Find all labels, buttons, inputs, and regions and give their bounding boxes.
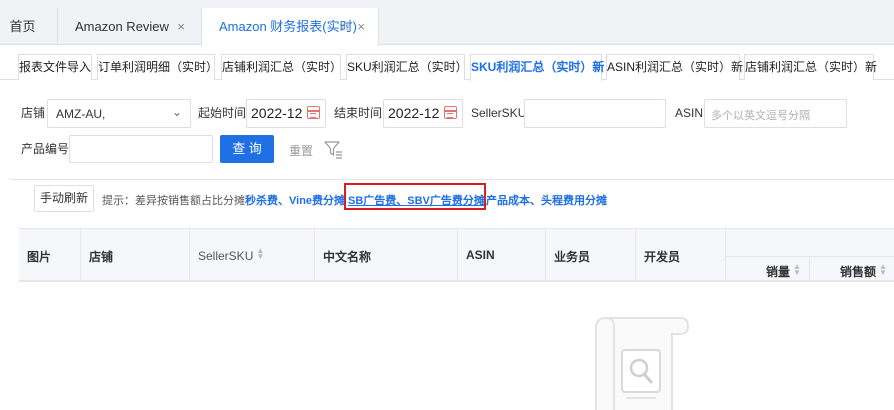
tab-amazon-review[interactable]: Amazon Review × (57, 8, 201, 45)
manual-refresh-button[interactable]: 手动刷新 (34, 185, 94, 212)
start-time-picker[interactable]: 2022-12 (246, 99, 326, 128)
filter-icon[interactable] (322, 138, 344, 160)
end-time-label: 结束时间 (334, 106, 383, 120)
chevron-down-icon: ⌄ (171, 105, 182, 119)
product-code-label: 产品编号 (21, 142, 70, 156)
sort-icon[interactable]: ▲ ▼ (793, 263, 801, 277)
section-divider (10, 179, 894, 180)
subtab-asin-profit-new[interactable]: ASIN利润汇总（实时）新 (606, 54, 743, 80)
end-time-value: 2022-12 (388, 105, 440, 121)
calendar-icon (444, 106, 457, 119)
hint-link-cost-freight[interactable]: 产品成本、头程费用分摊 (486, 192, 607, 208)
calendar-icon (307, 106, 320, 119)
tab-amazon-finance-report-label: Amazon 财务报表(实时) (219, 19, 357, 34)
start-time-label: 起始时间 (198, 106, 247, 120)
close-icon[interactable]: × (177, 8, 185, 45)
column-store: 店铺 (81, 229, 190, 282)
star-icon[interactable]: ☆ (338, 8, 351, 45)
asin-input-placeholder: 多个以英文逗号分隔 (711, 110, 810, 122)
subtab-report-import[interactable]: 报表文件导入 (18, 54, 92, 80)
hint-text: 提示：差异按销售额占比分摊 (102, 195, 245, 207)
column-sales-volume[interactable]: 销量 ▲ ▼ (726, 256, 810, 282)
highlight-box (344, 183, 486, 210)
sort-icon[interactable]: ▲ ▼ (256, 247, 264, 261)
subtab-store-profit[interactable]: 店铺利润汇总（实时） (221, 54, 342, 80)
tab-amazon-review-label: Amazon Review (75, 19, 169, 34)
column-developer: 开发员 (636, 229, 726, 282)
table-header: 图片 店铺 SellerSKU ▲ ▼ 中文名称 ASIN 业务员 开发员 销量 ▲ ▼… (19, 228, 894, 282)
top-tab-bar: 首页 Amazon Review × Amazon 财务报表(实时) ☆ × (0, 0, 894, 46)
store-select-value: AMZ-AU, (56, 107, 106, 121)
column-seller-sku[interactable]: SellerSKU ▲ ▼ (190, 229, 315, 282)
store-select[interactable]: AMZ-AU, ⌄ (47, 99, 191, 128)
subtab-sku-profit-new[interactable]: SKU利润汇总（实时）新 (470, 54, 604, 81)
close-icon[interactable]: × (357, 8, 365, 45)
tab-home[interactable]: 首页 (0, 8, 45, 45)
table-body-border (19, 281, 894, 282)
query-button[interactable]: 查 询 (220, 135, 274, 163)
hint-link-flash-vine[interactable]: 秒杀费、Vine费分摊 (245, 192, 345, 208)
sort-icon[interactable]: ▲ ▼ (879, 263, 887, 277)
asin-label: ASIN (675, 106, 704, 120)
empty-document-search-icon (595, 317, 690, 410)
store-label: 店铺 (21, 106, 46, 120)
column-chinese-name: 中文名称 (315, 229, 458, 282)
asin-input[interactable]: 多个以英文逗号分隔 (704, 99, 847, 128)
column-image: 图片 (19, 229, 81, 282)
column-sales-amount[interactable]: 销售额 ▲ ▼ (810, 256, 894, 282)
seller-sku-input[interactable] (524, 99, 666, 128)
reset-button[interactable]: 重置 (289, 142, 313, 159)
product-code-input[interactable] (69, 135, 213, 163)
subtab-order-profit[interactable]: 订单利润明细（实时） (97, 54, 218, 80)
end-time-picker[interactable]: 2022-12 (383, 99, 463, 128)
subtab-store-profit-new[interactable]: 店铺利润汇总（实时）新 (744, 54, 877, 80)
column-salesperson: 业务员 (546, 229, 636, 282)
report-sub-tabs: 报表文件导入 订单利润明细（实时） 店铺利润汇总（实时） SKU利润汇总（实时）… (0, 54, 894, 81)
start-time-value: 2022-12 (251, 105, 303, 121)
subtab-sku-profit[interactable]: SKU利润汇总（实时） (346, 54, 468, 80)
tab-amazon-finance-report[interactable]: Amazon 财务报表(实时) ☆ × (201, 8, 379, 46)
column-asin: ASIN (458, 229, 546, 282)
seller-sku-label: SellerSKU (471, 106, 527, 120)
